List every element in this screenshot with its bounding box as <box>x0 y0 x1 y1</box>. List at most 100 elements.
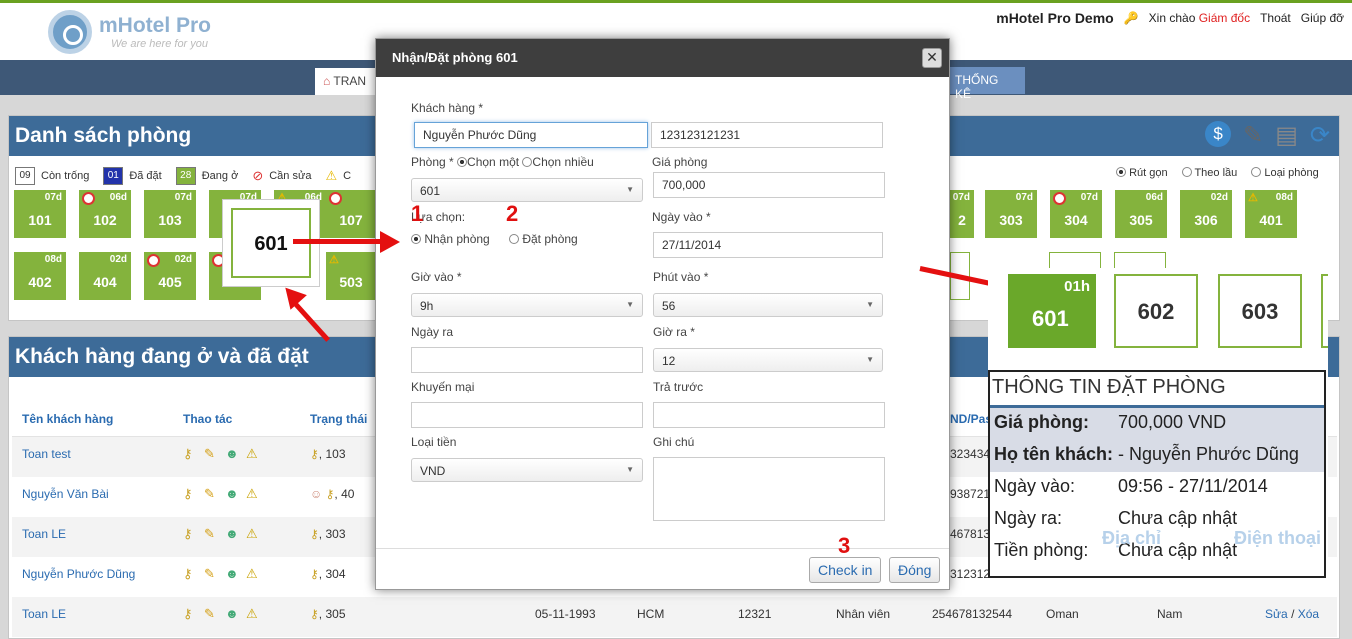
logout-link[interactable]: Thoát <box>1260 11 1291 25</box>
room-number: 305 <box>1129 212 1153 228</box>
arrow-right-icon <box>380 231 400 253</box>
edit-link[interactable]: Sửa <box>1265 607 1288 621</box>
add-user-icon[interactable]: ☻ <box>225 446 240 461</box>
room-tile[interactable]: 07d 303 <box>985 190 1037 238</box>
guest-name-link[interactable]: Toan LE <box>22 607 66 621</box>
room-tile[interactable]: 08d 402 <box>14 252 66 300</box>
col-actions[interactable]: Thao tác <box>183 412 232 426</box>
passport-value: 938721 <box>950 487 991 501</box>
no-entry-icon <box>147 254 160 267</box>
radio-choose-one[interactable] <box>457 157 468 167</box>
room-tile[interactable]: 107 <box>326 190 376 238</box>
delete-link[interactable]: Xóa <box>1298 607 1319 621</box>
room-tile[interactable]: 07d 2 <box>950 190 974 238</box>
passport-value: 467813 <box>950 527 991 541</box>
room-tile[interactable]: 06d 102 <box>79 190 131 238</box>
pencil-icon[interactable]: ✎ <box>204 606 219 621</box>
guest-name-link[interactable]: Toan LE <box>22 527 66 541</box>
hour-in-select[interactable]: 9h <box>411 293 643 317</box>
brand-name[interactable]: mHotel Pro <box>99 14 211 38</box>
passport-value: 312312 <box>950 567 991 581</box>
guest-name-link[interactable]: Nguyễn Phước Dũng <box>22 567 135 581</box>
currency-select[interactable]: VND <box>411 458 643 482</box>
minute-in-select[interactable]: 56 <box>653 293 883 317</box>
room-tile[interactable]: ⚠ 08d 401 <box>1245 190 1297 238</box>
warning-icon[interactable]: ⚠ <box>246 446 261 461</box>
radio-icon <box>1181 167 1192 177</box>
warning-icon[interactable]: ⚠ <box>246 566 261 581</box>
user-menu: mHotel Pro Demo 🔑 Xin chào Giám đốc Thoá… <box>996 10 1344 26</box>
option-booking[interactable]: Đặt phòng <box>509 232 578 246</box>
key-icon[interactable]: ⚷ <box>183 526 198 541</box>
col-passport[interactable]: ND/Pas <box>950 412 992 426</box>
view-floor[interactable]: Theo lầu <box>1181 167 1237 179</box>
room-select[interactable]: 601 <box>411 178 643 202</box>
key-icon[interactable]: ⚷ <box>183 606 198 621</box>
id-number-input[interactable]: 123123121231 <box>651 122 883 148</box>
pencil-icon[interactable]: ✎ <box>204 566 219 581</box>
room-number: 503 <box>339 274 363 290</box>
close-icon[interactable]: ✕ <box>922 48 942 68</box>
bg-address-header: Địa chỉ <box>1102 528 1162 548</box>
note-textarea[interactable] <box>653 457 885 521</box>
room-tile[interactable]: 07d 103 <box>144 190 196 238</box>
room-number: 601 <box>1032 306 1069 331</box>
warning-icon[interactable]: ⚠ <box>246 526 261 541</box>
key-icon[interactable]: ⚷ <box>183 486 198 501</box>
key-icon: 🔑 <box>1123 11 1139 25</box>
room-tile[interactable]: 07d 304 <box>1050 190 1102 238</box>
room-tile[interactable]: 02d 306 <box>1180 190 1232 238</box>
nav-stats[interactable]: THỐNG KÊ <box>947 67 1025 101</box>
pencil-icon[interactable]: ✎ <box>204 526 219 541</box>
room-tile[interactable]: 06d 305 <box>1115 190 1167 238</box>
prepaid-input[interactable] <box>653 402 885 428</box>
refresh-icon[interactable]: ⟳ <box>1310 121 1330 150</box>
home-icon: ⌂ <box>323 74 331 88</box>
option-checkin[interactable]: Nhận phòng <box>411 232 490 246</box>
add-user-icon[interactable]: ☻ <box>225 606 240 621</box>
warning-icon[interactable]: ⚠ <box>246 606 261 621</box>
price-input[interactable]: 700,000 <box>653 172 885 198</box>
promo-input[interactable] <box>411 402 643 428</box>
guest-name-link[interactable]: Toan test <box>22 447 71 461</box>
room-duration: 06d <box>1145 192 1163 203</box>
key-icon: ⚷ <box>310 447 319 461</box>
nav-home[interactable]: ⌂ TRAN <box>315 68 377 95</box>
room-duration: 08d <box>44 254 62 265</box>
room-tile[interactable]: 07d 101 <box>14 190 66 238</box>
room-tile[interactable]: 02d 405 <box>144 252 196 300</box>
room-tile[interactable]: 02d 404 <box>79 252 131 300</box>
add-user-icon[interactable]: ☻ <box>225 566 240 581</box>
view-type[interactable]: Loại phòng <box>1251 167 1319 179</box>
bg-phone-header: Điện thoại <box>1234 528 1322 548</box>
pencil-icon[interactable]: ✎ <box>204 446 219 461</box>
view-compact[interactable]: Rút gọn <box>1116 167 1168 179</box>
checkin-button[interactable]: Check in <box>809 557 882 583</box>
step-2-marker: 2 <box>506 201 519 226</box>
col-customer-name[interactable]: Tên khách hàng <box>22 412 113 426</box>
key-icon[interactable]: ⚷ <box>183 446 198 461</box>
key-icon[interactable]: ⚷ <box>183 566 198 581</box>
logo-icon[interactable] <box>48 10 92 54</box>
user-name[interactable]: Giám đốc <box>1199 11 1250 25</box>
add-user-icon[interactable]: ☻ <box>225 526 240 541</box>
customer-input[interactable]: Nguyễn Phước Dũng <box>414 122 648 148</box>
add-user-icon[interactable]: ☻ <box>225 486 240 501</box>
close-button[interactable]: Đóng <box>889 557 941 583</box>
warning-icon[interactable]: ⚠ <box>246 486 261 501</box>
date-in-input[interactable]: 27/11/2014 <box>653 232 883 258</box>
date-out-input[interactable] <box>411 347 643 373</box>
legend-free-count: 09 <box>15 167 35 185</box>
col-status[interactable]: Trạng thái <box>310 412 367 426</box>
help-link[interactable]: Giúp đỡ <box>1301 11 1344 25</box>
pencil-icon[interactable]: ✎ <box>204 486 219 501</box>
guest-name-link[interactable]: Nguyễn Văn Bài <box>22 487 109 501</box>
room-tile[interactable]: ⚠ 503 <box>326 252 376 300</box>
documents-icon[interactable]: ▤ <box>1275 121 1298 150</box>
radio-choose-many[interactable] <box>522 157 533 167</box>
money-icon[interactable]: $ <box>1205 121 1232 147</box>
edit-note-icon[interactable]: ✎ <box>1243 121 1263 150</box>
hour-out-select[interactable]: 12 <box>653 348 883 372</box>
info-value: 09:56 - 27/11/2014 <box>1118 476 1268 496</box>
info-row-date-in: Ngày vào: 09:56 - 27/11/2014 <box>990 472 1324 504</box>
